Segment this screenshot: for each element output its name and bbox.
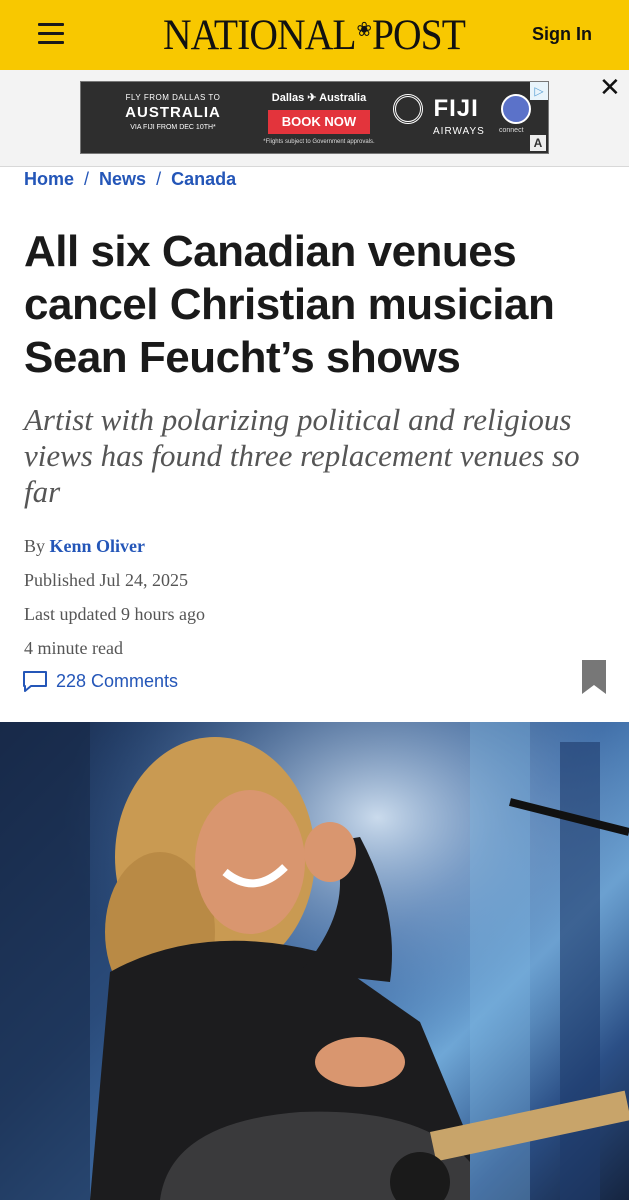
ad-brand-sub: AIRWAYS (433, 126, 485, 137)
ad-route: Dallas ✈ Australia (271, 92, 367, 104)
ad-brand: FIJI AIRWAYS (393, 94, 485, 137)
partner-logo-icon (501, 94, 531, 124)
menu-icon[interactable] (38, 23, 64, 45)
ad-line3: VIA FIJI FROM DEC 10TH* (130, 124, 216, 131)
ad-line2: AUSTRALIA (125, 104, 221, 121)
ad-brand-name: FIJI (433, 95, 479, 122)
published-date: Published Jul 24, 2025 (24, 570, 189, 590)
ad-headline-block: FLY FROM DALLAS TO AUSTRALIA VIA FIJI FR… (93, 93, 253, 131)
article-subhead: Artist with polarizing political and rel… (24, 402, 580, 509)
site-logo[interactable]: NATIONAL ❀ POST (163, 10, 466, 60)
comment-icon (23, 671, 47, 692)
breadcrumb-separator: / (84, 169, 90, 189)
fiji-logo-icon (393, 94, 423, 124)
logo-text-left: NATIONAL (162, 11, 357, 59)
ad-fine-print: *Flights subject to Government approvals… (263, 139, 375, 145)
byline-prefix: By (24, 536, 46, 556)
performer-illustration (0, 722, 629, 1200)
ad-book-now-button[interactable]: BOOK NOW (268, 110, 370, 134)
last-updated: Last updated 9 hours ago (24, 604, 205, 624)
breadcrumb: Home / News / Canada (24, 169, 236, 190)
author-link[interactable]: Kenn Oliver (50, 536, 146, 556)
logo-text-right: POST (371, 11, 466, 59)
comments-count: 228 Comments (56, 670, 179, 691)
bookmark-icon[interactable] (582, 660, 606, 694)
hero-photo (0, 722, 629, 1200)
ad-cta-block: Dallas ✈ Australia BOOK NOW *Flights sub… (254, 91, 384, 145)
breadcrumb-separator: / (156, 169, 162, 189)
ad-line1: FLY FROM DALLAS TO (125, 93, 221, 102)
ad-container: FLY FROM DALLAS TO AUSTRALIA VIA FIJI FR… (0, 70, 629, 167)
ad-info-icon[interactable]: A (530, 135, 546, 151)
site-header: NATIONAL ❀ POST Sign In (0, 0, 629, 70)
ad-partner-label: connect (499, 127, 524, 134)
breadcrumb-home[interactable]: Home (24, 169, 74, 189)
maple-leaf-icon: ❀ (356, 18, 372, 41)
read-time: 4 minute read (24, 638, 123, 658)
breadcrumb-news[interactable]: News (99, 169, 146, 189)
breadcrumb-canada[interactable]: Canada (171, 169, 236, 189)
byline: By Kenn Oliver (24, 536, 145, 557)
banner-ad[interactable]: FLY FROM DALLAS TO AUSTRALIA VIA FIJI FR… (80, 81, 549, 154)
ad-choices-icon[interactable]: ▷ (530, 82, 548, 100)
article-headline: All six Canadian venues cancel Christian… (24, 227, 555, 382)
sign-in-button[interactable]: Sign In (532, 24, 592, 45)
comments-link[interactable]: 228 Comments (22, 670, 178, 692)
close-ad-icon[interactable]: ✕ (599, 74, 621, 100)
